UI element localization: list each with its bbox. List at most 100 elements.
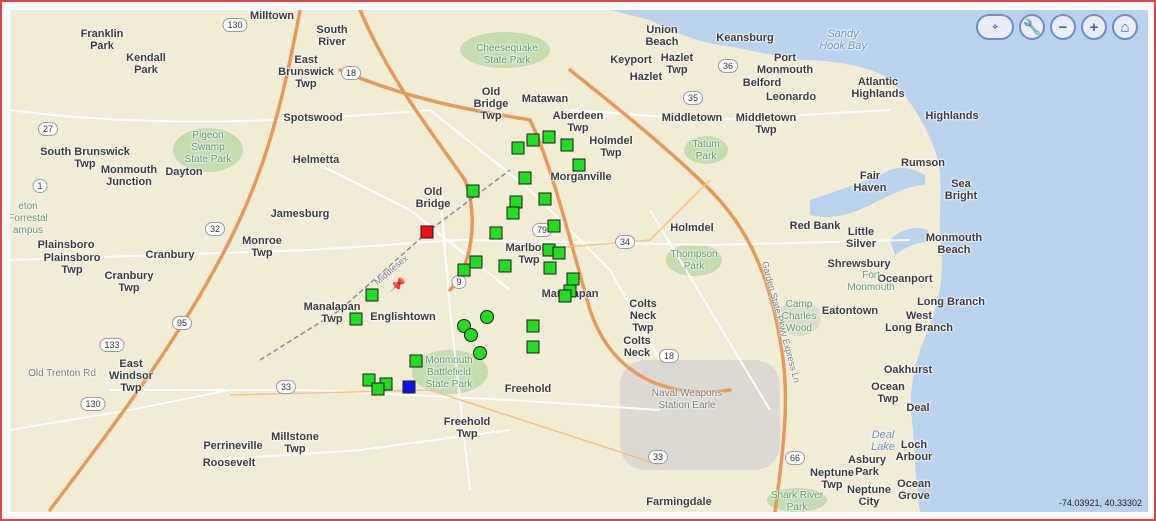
place-label: Monroe Twp: [242, 235, 282, 259]
place-label: Kendall Park: [126, 52, 166, 76]
green-square-marker[interactable]: [349, 312, 363, 326]
route-shield: 9: [451, 275, 467, 289]
place-label: Shrewsbury: [827, 258, 891, 270]
place-label: Plainsboro Twp: [43, 252, 101, 276]
green-square-marker[interactable]: [365, 288, 379, 302]
green-square-marker[interactable]: [511, 141, 525, 155]
green-square-marker[interactable]: [552, 246, 566, 260]
place-label: Holmdel: [670, 222, 714, 234]
shrewsbury-river: [890, 228, 928, 255]
place-label: Cranbury Twp: [104, 270, 154, 294]
place-label: Millstone Twp: [271, 431, 319, 455]
place-label: Franklin Park: [80, 28, 124, 52]
green-square-marker[interactable]: [543, 261, 557, 275]
place-label: South River: [316, 24, 348, 48]
place-label: Deal: [906, 402, 930, 414]
pushpin-icon[interactable]: 📌: [390, 277, 406, 293]
map-frame: Franklin Park Milltown South River Kendall Par…: [0, 0, 1156, 521]
place-label: Hazlet: [629, 71, 663, 83]
place-label: Monmouth Beach: [925, 232, 983, 256]
wrench-icon: 🔧: [1022, 19, 1042, 36]
place-label: Old Bridge: [415, 186, 451, 210]
park-label: Thompson Park: [670, 249, 718, 272]
route-shield: 133: [99, 338, 125, 352]
place-label: Plainsboro: [37, 239, 95, 251]
red-square-marker[interactable]: [420, 225, 434, 239]
green-square-marker[interactable]: [489, 226, 503, 240]
place-label: Oakhurst: [883, 364, 933, 376]
place-label: Dayton: [165, 166, 203, 178]
place-label: Long Branch: [917, 296, 985, 308]
green-square-marker[interactable]: [466, 184, 480, 198]
green-square-marker[interactable]: [518, 171, 532, 185]
route-shield: 27: [37, 122, 59, 136]
green-square-marker[interactable]: [469, 255, 483, 269]
route-9: [358, 10, 474, 292]
park-label: Monmouth Battlefield State Park: [425, 355, 473, 390]
place-label: Neptune City: [847, 484, 891, 508]
green-square-marker[interactable]: [526, 319, 540, 333]
zoom-in-button[interactable]: +: [1081, 14, 1107, 40]
place-label: Aberdeen Twp: [552, 110, 604, 134]
green-square-marker[interactable]: [558, 289, 572, 303]
place-label: Atlantic Highlands: [851, 76, 905, 100]
green-square-marker[interactable]: [547, 219, 561, 233]
route-shield: 32: [204, 222, 226, 236]
green-square-marker[interactable]: [371, 382, 385, 396]
place-label: Morganville: [550, 171, 612, 183]
place-label: Milltown: [250, 10, 294, 22]
place-label: Perrineville: [203, 440, 263, 452]
green-circle-marker[interactable]: [464, 328, 478, 342]
blue-square-marker[interactable]: [402, 380, 416, 394]
place-label: Keyport: [610, 54, 652, 66]
place-label: Colts Neck: [623, 335, 651, 359]
place-label: Belford: [742, 77, 782, 89]
place-label: Monmouth Junction: [100, 164, 158, 188]
green-circle-marker[interactable]: [473, 346, 487, 360]
park-label: Fort Monmouth: [847, 270, 895, 293]
green-square-marker[interactable]: [457, 263, 471, 277]
green-square-marker[interactable]: [409, 354, 423, 368]
area-label: Old Trenton Rd: [28, 368, 96, 379]
green-square-marker[interactable]: [526, 340, 540, 354]
route-shield: 130: [222, 18, 248, 32]
green-square-marker[interactable]: [498, 259, 512, 273]
route-shield: 33: [275, 380, 297, 394]
place-label: Englishtown: [370, 311, 436, 323]
pan-control[interactable]: ⟡: [976, 14, 1014, 40]
home-icon: ⌂: [1120, 18, 1130, 36]
water-label: Deal Lake: [871, 429, 895, 453]
home-button[interactable]: ⌂: [1112, 14, 1138, 40]
place-label: Ocean Twp: [871, 381, 905, 405]
place-label: Farmingdale: [646, 496, 712, 508]
green-square-marker[interactable]: [506, 206, 520, 220]
park-label: eton Forrestal ampus: [10, 201, 48, 236]
route-shield: 35: [682, 91, 704, 105]
green-square-marker[interactable]: [538, 192, 552, 206]
place-label: Freehold Twp: [443, 416, 491, 440]
route-shield: 36: [717, 59, 739, 73]
place-label: Jamesburg: [270, 208, 330, 220]
place-label: Keansburg: [716, 32, 774, 44]
place-label: Hazlet Twp: [660, 52, 694, 76]
place-label: Matawan: [521, 93, 569, 105]
green-square-marker[interactable]: [542, 130, 556, 144]
route-shield: 34: [614, 235, 636, 249]
place-label: Roosevelt: [202, 457, 256, 469]
place-label: Leonardo: [765, 91, 817, 103]
green-square-marker[interactable]: [526, 133, 540, 147]
map-canvas[interactable]: Franklin Park Milltown South River Kendall Par…: [10, 10, 1148, 512]
place-label: Port Monmouth: [756, 52, 814, 76]
park-label: Shark River Park: [770, 490, 824, 512]
park-label: Pigeon Swamp State Park: [184, 130, 232, 165]
green-square-marker[interactable]: [572, 158, 586, 172]
place-label: Little Silver: [846, 226, 876, 250]
green-square-marker[interactable]: [560, 138, 574, 152]
green-circle-marker[interactable]: [480, 310, 494, 324]
plus-icon: +: [1089, 18, 1099, 36]
route-shield: 66: [784, 451, 806, 465]
zoom-out-button[interactable]: −: [1050, 14, 1076, 40]
park-label: Cheesequake State Park: [476, 43, 538, 66]
place-label: Union Beach: [645, 24, 679, 48]
tools-button[interactable]: 🔧: [1019, 14, 1045, 40]
